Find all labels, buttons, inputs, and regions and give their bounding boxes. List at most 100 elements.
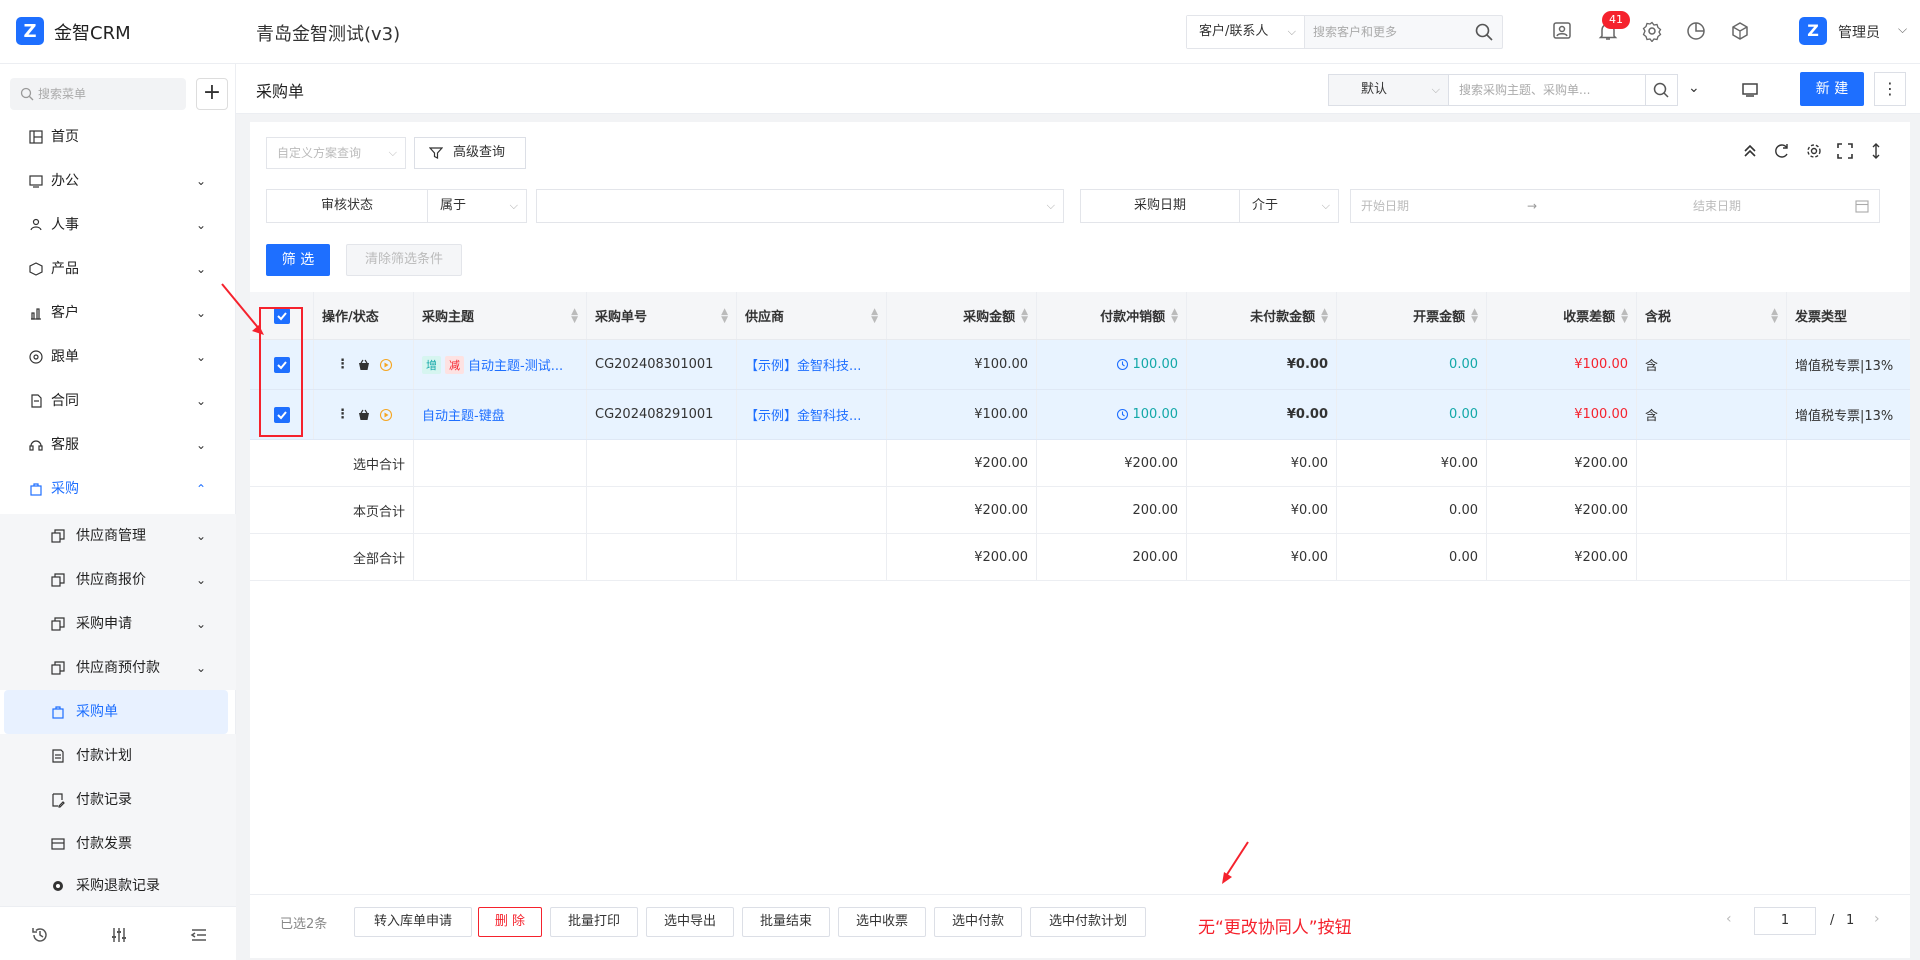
- filter-value-select[interactable]: ⌵: [536, 189, 1064, 223]
- expand-search-chevron-icon[interactable]: ⌄: [1688, 80, 1700, 96]
- advanced-query-button[interactable]: 高级查询: [414, 137, 526, 169]
- end-date-input[interactable]: 结束日期: [1693, 190, 1741, 222]
- sort-icon[interactable]: ▲ ▼: [1471, 307, 1478, 324]
- supplier-link[interactable]: 【示例】金智科技...: [745, 355, 861, 374]
- user-name[interactable]: 管理员: [1838, 22, 1880, 42]
- col-header-supplier[interactable]: 供应商 ▲ ▼: [737, 292, 887, 339]
- app-logo[interactable]: Z: [16, 17, 44, 45]
- cell-subject[interactable]: 增减自动主题-测试...: [414, 340, 587, 389]
- search-icon[interactable]: [1474, 22, 1494, 42]
- col-header-number[interactable]: 采购单号 ▲ ▼: [587, 292, 737, 339]
- receive-invoice-button[interactable]: 选中收票: [838, 907, 926, 937]
- avatar[interactable]: Z: [1799, 17, 1827, 45]
- sidebar-subitem-payment-invoice[interactable]: 付款发票: [0, 822, 236, 866]
- list-search-button[interactable]: [1646, 74, 1678, 106]
- sidebar-item-office[interactable]: 办公 ⌄: [0, 159, 236, 203]
- export-selected-button[interactable]: 选中导出: [646, 907, 734, 937]
- sidebar-subitem-payment-record[interactable]: 付款记录: [0, 778, 236, 822]
- delete-button[interactable]: 删 除: [478, 907, 542, 937]
- subject-link[interactable]: 自动主题-键盘: [422, 405, 505, 424]
- more-options-button[interactable]: ⋮: [1874, 72, 1906, 106]
- sidebar-subitem-purchase-request[interactable]: 采购申请 ⌄: [0, 602, 236, 646]
- convert-stock-request-button[interactable]: 转入库单申请: [354, 907, 472, 937]
- sidebar-subitem-supplier-management[interactable]: 供应商管理 ⌄: [0, 514, 236, 558]
- monitor-icon[interactable]: [1740, 80, 1760, 100]
- sort-icon[interactable]: ▲ ▼: [1171, 307, 1178, 324]
- sliders-icon[interactable]: [109, 925, 129, 945]
- cell-paid[interactable]: 100.00: [1037, 340, 1187, 389]
- history-icon[interactable]: [30, 925, 50, 945]
- cube-icon[interactable]: [1729, 20, 1751, 42]
- play-circle-icon[interactable]: [379, 358, 393, 372]
- collapse-menu-icon[interactable]: [189, 925, 209, 945]
- payment-plan-button[interactable]: 选中付款计划: [1030, 907, 1146, 937]
- start-date-input[interactable]: 开始日期: [1361, 190, 1409, 222]
- col-header-tax[interactable]: 含税 ▲ ▼: [1637, 292, 1787, 339]
- col-header-amount[interactable]: 采购金额 ▲ ▼: [887, 292, 1037, 339]
- basket-icon[interactable]: [357, 358, 371, 372]
- sidebar-subitem-purchase-order[interactable]: 采购单: [4, 690, 228, 734]
- gear-icon[interactable]: [1804, 141, 1824, 161]
- sort-icon[interactable]: ▲ ▼: [721, 307, 728, 324]
- cell-supplier[interactable]: 【示例】金智科技...: [737, 390, 887, 439]
- table-row[interactable]: ⋮ 增减自动主题-测试... CG202408301001 【示例】金智科技..…: [250, 340, 1910, 390]
- global-search-input[interactable]: 搜索客户和更多: [1313, 16, 1463, 48]
- col-header-unpaid[interactable]: 未付款金额 ▲ ▼: [1187, 292, 1337, 339]
- subject-link[interactable]: 自动主题-测试...: [468, 355, 563, 374]
- contacts-icon[interactable]: [1551, 20, 1573, 42]
- sort-icon[interactable]: ▲ ▼: [571, 307, 578, 324]
- sidebar-item-home[interactable]: 首页: [0, 115, 236, 159]
- sidebar-item-contract[interactable]: 合同 ⌄: [0, 379, 236, 423]
- sidebar-subitem-payment-plan[interactable]: 付款计划: [0, 734, 236, 778]
- next-page-button[interactable]: ›: [1874, 911, 1880, 927]
- sidebar-item-service[interactable]: 客服 ⌄: [0, 423, 236, 467]
- cell-supplier[interactable]: 【示例】金智科技...: [737, 340, 887, 389]
- cell-paid[interactable]: 100.00: [1037, 390, 1187, 439]
- pay-selected-button[interactable]: 选中付款: [934, 907, 1022, 937]
- chevron-down-icon[interactable]: ⌵: [1898, 22, 1907, 37]
- col-header-diff[interactable]: 收票差额 ▲ ▼: [1487, 292, 1637, 339]
- collapse-up-icon[interactable]: [1740, 141, 1760, 161]
- filter-operator-select[interactable]: 介于 ⌵: [1239, 189, 1339, 223]
- search-type-select[interactable]: 客户/联系人 ⌵: [1187, 16, 1305, 48]
- cell-subject[interactable]: 自动主题-键盘: [414, 390, 587, 439]
- menu-search-input[interactable]: 搜索菜单: [10, 78, 186, 110]
- filter-button[interactable]: 筛 选: [266, 244, 330, 276]
- row-height-icon[interactable]: [1866, 141, 1886, 161]
- sidebar-subitem-supplier-prepayment[interactable]: 供应商预付款 ⌄: [0, 646, 236, 690]
- custom-scheme-select[interactable]: 自定义方案查询 ⌵: [266, 137, 406, 169]
- pie-chart-icon[interactable]: [1685, 20, 1707, 42]
- clear-filter-button[interactable]: 清除筛选条件: [346, 244, 462, 276]
- sort-icon[interactable]: ▲ ▼: [1021, 307, 1028, 324]
- sort-icon[interactable]: ▲ ▼: [1621, 307, 1628, 324]
- batch-finish-button[interactable]: 批量结束: [742, 907, 830, 937]
- more-vertical-icon[interactable]: ⋮: [336, 407, 349, 422]
- sidebar-item-purchase[interactable]: 采购 ⌃: [0, 467, 236, 511]
- col-header-invoiced[interactable]: 开票金额 ▲ ▼: [1337, 292, 1487, 339]
- app-brand[interactable]: 金智CRM: [54, 19, 131, 45]
- col-header-subject[interactable]: 采购主题 ▲ ▼: [414, 292, 587, 339]
- col-header-paid[interactable]: 付款冲销额 ▲ ▼: [1037, 292, 1187, 339]
- add-menu-button[interactable]: +: [196, 78, 228, 110]
- view-select[interactable]: 默认 ⌵: [1328, 74, 1448, 106]
- date-range-picker[interactable]: 开始日期 → 结束日期: [1350, 189, 1880, 223]
- play-circle-icon[interactable]: [379, 408, 393, 422]
- sidebar-item-product[interactable]: 产品 ⌄: [0, 247, 236, 291]
- list-search-input[interactable]: 搜索采购主题、采购单...: [1448, 74, 1646, 106]
- filter-operator-select[interactable]: 属于 ⌵: [427, 189, 527, 223]
- sidebar-item-follow[interactable]: 跟单 ⌄: [0, 335, 236, 379]
- new-button[interactable]: 新 建: [1800, 72, 1864, 106]
- gear-icon[interactable]: [1641, 20, 1663, 42]
- sort-icon[interactable]: ▲ ▼: [871, 307, 878, 324]
- table-row[interactable]: ⋮ 自动主题-键盘 CG202408291001 【示例】金智科技... ¥10…: [250, 390, 1910, 440]
- sidebar-subitem-refund-record[interactable]: 采购退款记录: [0, 866, 236, 906]
- page-number-input[interactable]: 1: [1754, 907, 1816, 935]
- fullscreen-icon[interactable]: [1835, 141, 1855, 161]
- sort-icon[interactable]: ▲ ▼: [1321, 307, 1328, 324]
- more-vertical-icon[interactable]: ⋮: [336, 357, 349, 372]
- sidebar-item-customer[interactable]: 客户 ⌄: [0, 291, 236, 335]
- sort-icon[interactable]: ▲ ▼: [1771, 307, 1778, 324]
- refresh-icon[interactable]: [1772, 141, 1792, 161]
- basket-icon[interactable]: [357, 408, 371, 422]
- prev-page-button[interactable]: ‹: [1726, 911, 1732, 927]
